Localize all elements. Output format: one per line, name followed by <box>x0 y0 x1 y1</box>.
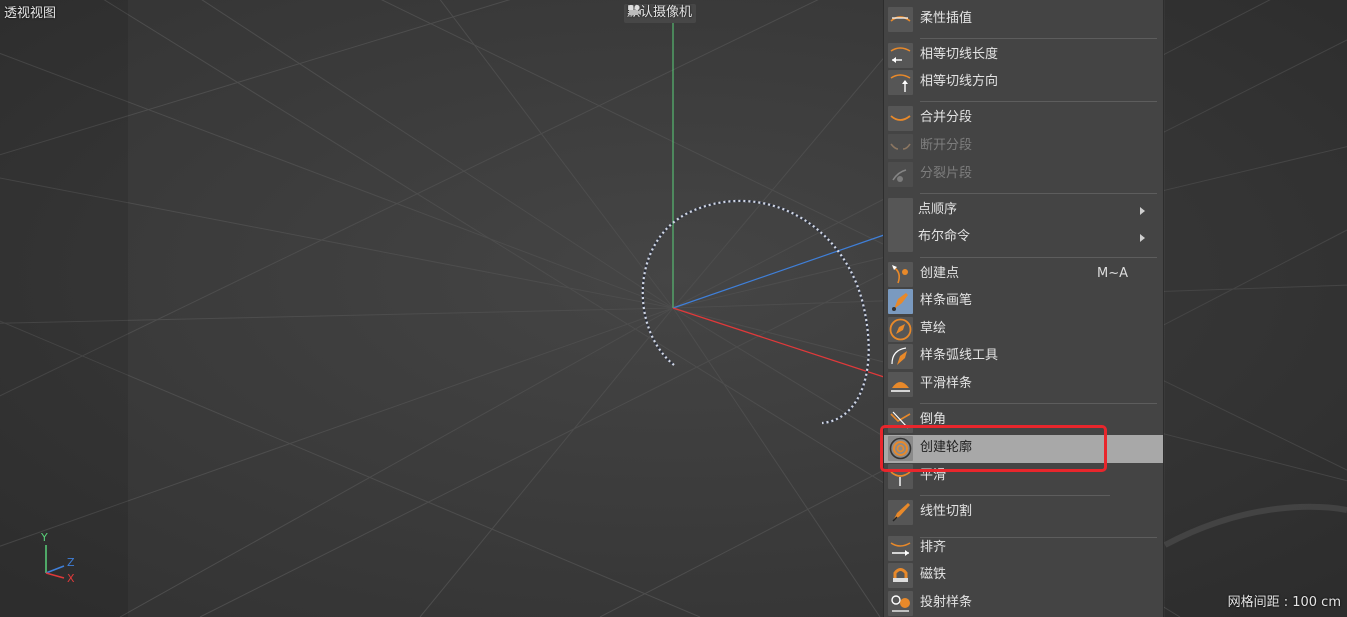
submenu-arrow-icon <box>1140 207 1145 215</box>
grid-spacing-label: 网格间距 : 100 cm <box>1227 595 1341 610</box>
view-title[interactable]: 透视视图 <box>4 6 56 22</box>
menu-item-spline-pen[interactable]: 样条画笔 <box>884 288 1163 315</box>
menu-item-point-order[interactable]: 点顺序 <box>884 197 1163 252</box>
menu-item-line-cut[interactable]: 线性切割 <box>884 499 1163 526</box>
menu-separator <box>920 101 1157 102</box>
menu-item-line-up[interactable]: 排齐 <box>884 535 1163 562</box>
line-cut-icon <box>888 500 913 525</box>
gizmo-z-label: Z <box>67 556 75 569</box>
gizmo-x-label: X <box>67 572 75 585</box>
join-segment-icon <box>888 106 913 131</box>
shortcut-label: M~A <box>1097 266 1129 281</box>
spline-pen-icon <box>888 289 913 314</box>
menu-separator <box>920 193 1157 194</box>
gizmo-y-label: Y <box>41 531 48 544</box>
menu-item-create-point[interactable]: 创建点 M~A <box>884 261 1163 288</box>
smooth-spline-icon <box>888 372 913 397</box>
menu-item-spline-arc-tool[interactable]: 样条弧线工具 <box>884 343 1163 370</box>
camera-icon <box>628 4 641 15</box>
menu-item-explode-segments[interactable]: 分裂片段 <box>884 161 1163 188</box>
menu-item-break-segment[interactable]: 断开分段 <box>884 133 1163 160</box>
magnet-icon <box>888 563 913 588</box>
menu-separator <box>920 403 1157 404</box>
spline-arc-tool-icon <box>888 344 913 369</box>
project-spline-icon <box>888 591 913 616</box>
callout-highlight-box <box>880 425 1107 472</box>
menu-item-project-spline[interactable]: 投射样条 <box>884 590 1163 617</box>
menu-item-join-segment[interactable]: 合并分段 <box>884 105 1163 132</box>
break-segment-icon <box>888 134 913 159</box>
menu-separator <box>920 38 1157 39</box>
line-up-icon <box>888 536 913 561</box>
menu-item-smooth-spline[interactable]: 平滑样条 <box>884 371 1163 398</box>
submenu-arrow-icon <box>1140 234 1145 242</box>
menu-separator <box>920 257 1157 258</box>
menu-separator <box>920 495 1110 496</box>
sketch-icon <box>888 317 913 342</box>
equal-tangent-length-icon <box>888 43 913 68</box>
menu-item-boolean-commands[interactable]: 布尔命令 <box>884 224 1163 251</box>
explode-segments-icon <box>888 162 913 187</box>
soft-interpolation-icon <box>888 7 913 32</box>
menu-item-equal-tangent-length[interactable]: 相等切线长度 <box>884 42 1163 69</box>
create-point-icon <box>888 262 913 287</box>
menu-item-equal-tangent-direction[interactable]: 相等切线方向 <box>884 69 1163 96</box>
menu-item-sketch[interactable]: 草绘 <box>884 316 1163 343</box>
context-menu: 柔性插值 相等切线长度 相等切线方向 合并分段 断开分段 分裂片段 点顺序 布尔… <box>884 0 1163 617</box>
menu-item-soft-interpolation[interactable]: 柔性插值 <box>884 6 1163 33</box>
equal-tangent-direction-icon <box>888 70 913 95</box>
menu-item-magnet[interactable]: 磁铁 <box>884 562 1163 589</box>
camera-label[interactable]: 默认摄像机 <box>624 4 697 23</box>
